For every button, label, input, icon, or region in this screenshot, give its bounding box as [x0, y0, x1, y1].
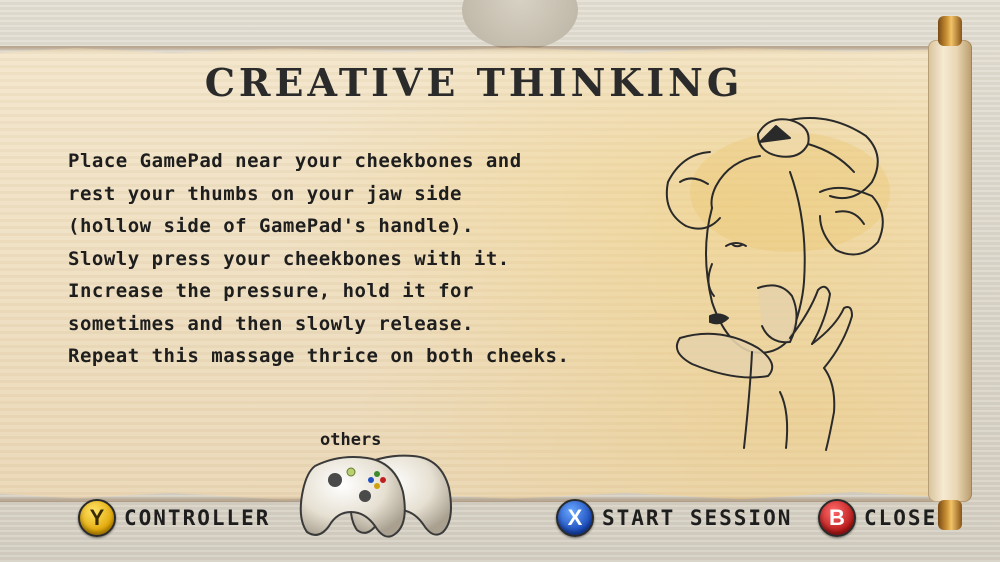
scroll-edge-top — [0, 46, 948, 52]
scroll-roller-cap-bottom — [938, 500, 962, 530]
geisha-portrait-illustration — [665, 117, 890, 451]
b-button-icon: B — [818, 499, 856, 537]
instruction-line: (hollow side of GamePad's handle). — [68, 215, 474, 237]
start-session-prompt-label: START SESSION — [602, 506, 793, 530]
close-prompt-label: CLOSE — [864, 506, 938, 530]
x-button-icon: X — [556, 499, 594, 537]
scroll-roller-cap-top — [938, 16, 962, 46]
controller-icon[interactable] — [295, 446, 455, 542]
instruction-line: rest your thumbs on your jaw side — [68, 182, 462, 205]
page-title: CREATIVE THINKING — [204, 60, 744, 105]
scroll-roller — [928, 40, 972, 502]
instruction-line: Repeat this massage thrice on both cheek… — [68, 345, 570, 367]
instruction-line: Increase the pressure, hold it for — [68, 280, 474, 302]
controller-prompt-label: CONTROLLER — [124, 506, 271, 530]
y-button-icon: Y — [78, 499, 116, 537]
instruction-line: Slowly press your cheekbones with it. — [68, 247, 510, 270]
instruction-line: Place GamePad near your cheekbones and — [68, 150, 522, 172]
instruction-line: sometimes and then slowly release. — [68, 312, 474, 335]
controller-prompt[interactable]: Y CONTROLLER — [78, 499, 271, 537]
instructions-text: Place GamePad near your cheekbones and r… — [68, 145, 588, 373]
start-session-prompt[interactable]: X START SESSION — [556, 499, 793, 537]
close-prompt[interactable]: B CLOSE — [818, 499, 938, 537]
